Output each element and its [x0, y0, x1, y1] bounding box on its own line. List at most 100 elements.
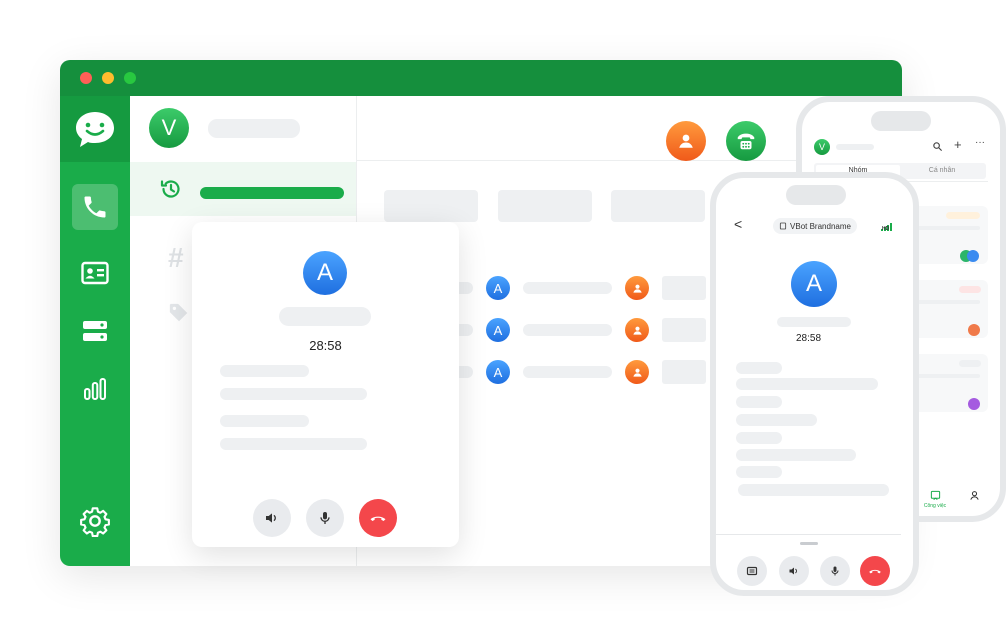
bar-chart-icon	[84, 378, 106, 400]
caller-name-placeholder	[523, 324, 612, 336]
back-button[interactable]: <	[734, 216, 742, 232]
caller-avatar: A	[303, 251, 347, 295]
person-icon	[679, 134, 693, 148]
filter-tab-3[interactable]	[611, 190, 705, 222]
agent-avatar	[625, 360, 649, 384]
filter-tab-1[interactable]	[384, 190, 478, 222]
server-stack-icon	[83, 321, 107, 341]
nav-settings-button[interactable]	[72, 498, 118, 544]
app-logo-area	[60, 96, 130, 162]
status-badge	[946, 212, 980, 219]
window-titlebar	[60, 60, 902, 96]
caller-avatar: A	[791, 261, 837, 307]
nav-reports-button[interactable]	[72, 366, 118, 412]
info-line	[736, 466, 782, 478]
nav-work-label: Công việc	[923, 503, 947, 509]
agent-avatar	[625, 318, 649, 342]
phone-icon	[84, 196, 106, 218]
cell-placeholder	[662, 276, 706, 300]
tag-icon	[169, 303, 188, 322]
nav-servers-button[interactable]	[72, 308, 118, 354]
cell-placeholder	[662, 318, 706, 342]
nav-calls-button[interactable]	[72, 184, 118, 230]
info-line	[736, 414, 817, 426]
caller-avatar: A	[486, 276, 510, 300]
speaker-icon	[266, 513, 276, 523]
cell-placeholder	[662, 360, 706, 384]
member-avatar	[968, 324, 980, 336]
maximize-window-dot[interactable]	[124, 72, 136, 84]
mute-button[interactable]	[306, 499, 344, 537]
nav-work-button[interactable]: Công việc	[922, 490, 948, 510]
phone-notch	[871, 111, 931, 131]
user-name-placeholder	[836, 144, 874, 150]
more-button[interactable]: ···	[975, 137, 985, 148]
microphone-icon	[831, 566, 839, 576]
keypad-button[interactable]	[737, 556, 767, 586]
active-call-card: A 28:58	[192, 222, 459, 547]
speaker-button[interactable]	[779, 556, 809, 586]
phone-notch	[786, 185, 846, 205]
user-avatar[interactable]: V	[149, 108, 189, 148]
info-line	[220, 415, 309, 427]
hang-up-icon	[869, 569, 881, 574]
keypad-icon	[746, 566, 758, 576]
call-timer: 28:58	[309, 338, 342, 353]
profile-icon[interactable]	[969, 490, 980, 501]
person-icon	[632, 284, 642, 293]
agent-avatar	[625, 276, 649, 300]
brandname-label: VBot Brandname	[790, 221, 851, 231]
info-line	[736, 362, 782, 374]
info-line	[220, 388, 367, 400]
sim-card-icon	[779, 222, 787, 230]
info-line	[736, 432, 782, 444]
telephone-keypad-icon	[737, 133, 755, 150]
contact-card-icon	[81, 261, 109, 285]
info-line	[736, 396, 782, 408]
speaker-button[interactable]	[253, 499, 291, 537]
end-call-button[interactable]	[860, 556, 890, 586]
user-avatar[interactable]: V	[814, 139, 830, 155]
speaker-icon	[789, 567, 797, 575]
sidebar-item-history[interactable]	[130, 162, 356, 216]
call-timer: 28:58	[795, 333, 822, 344]
caller-name-placeholder	[777, 317, 851, 327]
drag-handle[interactable]	[800, 542, 818, 545]
signal-indicator: HD	[881, 218, 895, 234]
filter-tab-2[interactable]	[498, 190, 592, 222]
info-line	[736, 449, 856, 461]
info-line	[736, 378, 878, 390]
person-icon	[632, 326, 642, 335]
chat-smile-logo-icon	[76, 112, 114, 147]
member-avatar	[968, 398, 980, 410]
task-icon	[930, 490, 941, 500]
add-button[interactable]: +	[954, 137, 962, 152]
control-divider	[716, 534, 901, 535]
brandname-badge: VBot Brandname	[773, 218, 857, 234]
hang-up-icon	[370, 516, 386, 521]
member-avatar	[967, 250, 979, 262]
mute-button[interactable]	[820, 556, 850, 586]
history-label-bar	[200, 187, 344, 199]
caller-avatar: A	[486, 360, 510, 384]
minimize-window-dot[interactable]	[102, 72, 114, 84]
caller-name-placeholder	[523, 282, 612, 294]
phone-mockup-front: < VBot Brandname HD A 28:58	[710, 172, 919, 596]
caller-name-placeholder	[279, 307, 371, 326]
close-window-dot[interactable]	[80, 72, 92, 84]
history-icon	[160, 180, 180, 198]
end-call-button[interactable]	[359, 499, 397, 537]
contact-button[interactable]	[666, 121, 706, 161]
gear-icon	[80, 507, 110, 537]
nav-contacts-button[interactable]	[72, 250, 118, 296]
person-icon	[632, 368, 642, 377]
hd-label: HD	[882, 226, 890, 232]
search-icon[interactable]	[932, 141, 943, 152]
microphone-icon	[320, 512, 330, 524]
caller-avatar: A	[486, 318, 510, 342]
info-line	[738, 484, 889, 496]
tab-personal[interactable]: Cá nhân	[900, 165, 984, 177]
status-badge	[959, 360, 981, 367]
dialpad-button[interactable]	[726, 121, 766, 161]
hashtag-icon: #	[168, 242, 184, 273]
